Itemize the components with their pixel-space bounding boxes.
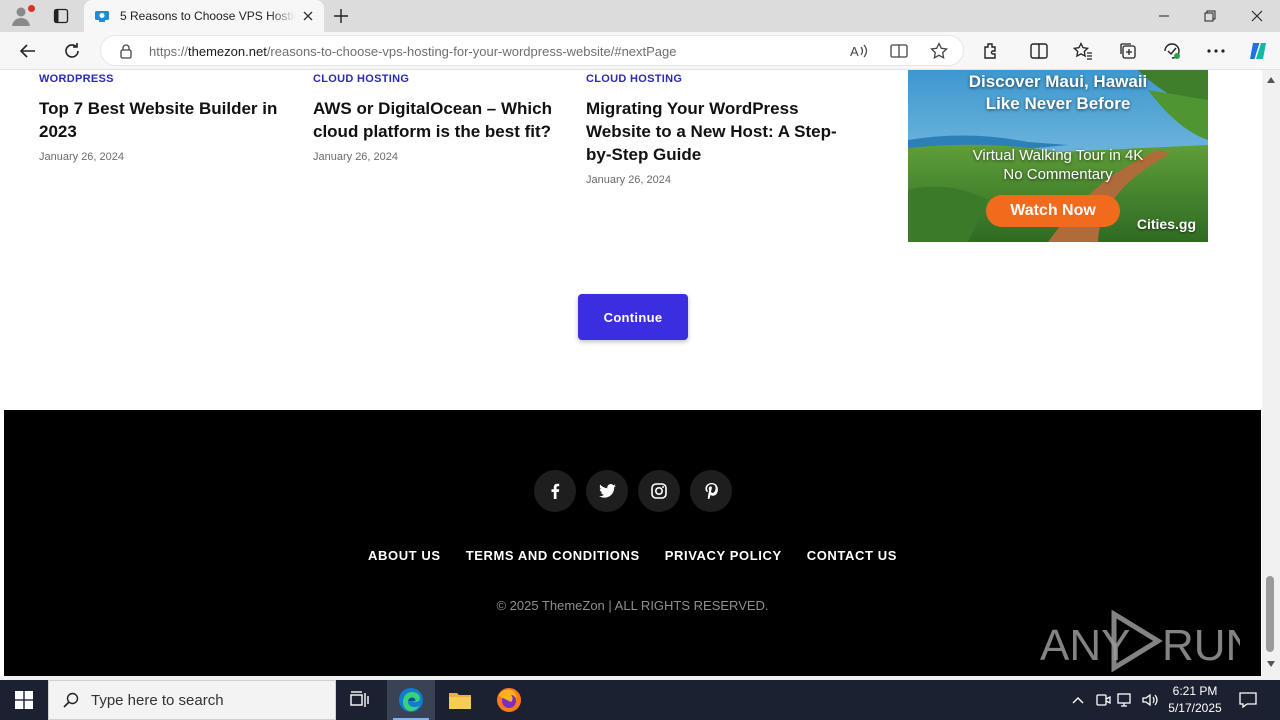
post-category[interactable]: CLOUD HOSTING (313, 73, 563, 85)
file-explorer-icon[interactable] (436, 680, 484, 720)
post-category[interactable]: WORDPRESS (39, 73, 289, 85)
web-page: WORDPRESS Top 7 Best Website Builder in … (0, 70, 1262, 676)
post-date: January 26, 2024 (39, 151, 125, 163)
footer-link-contact[interactable]: CONTACT US (807, 548, 897, 563)
post-title[interactable]: AWS or DigitalOcean – Which cloud platfo… (313, 97, 563, 143)
post-title[interactable]: Top 7 Best Website Builder in 2023 (39, 97, 289, 143)
tray-overflow-chevron-icon[interactable] (1068, 690, 1088, 710)
site-footer: ABOUT US TERMS AND CONDITIONS PRIVACY PO… (4, 410, 1261, 676)
split-screen-icon[interactable] (1027, 39, 1051, 63)
url-prefix: https:// (149, 44, 189, 59)
search-icon (63, 692, 79, 708)
search-placeholder: Type here to search (91, 691, 224, 709)
instagram-icon[interactable] (638, 470, 680, 512)
post-card[interactable]: CLOUD HOSTING Migrating Your WordPress W… (586, 70, 848, 186)
refresh-icon[interactable] (60, 39, 84, 63)
footer-nav: ABOUT US TERMS AND CONDITIONS PRIVACY PO… (4, 548, 1261, 563)
post-date: January 26, 2024 (586, 174, 672, 186)
ad-subline-2: No Commentary (1003, 166, 1113, 183)
immersive-reader-icon[interactable] (887, 39, 911, 63)
browser-toolbar: https://themezon.net/reasons-to-choose-v… (0, 32, 1280, 70)
clock-time: 6:21 PM (1172, 684, 1218, 698)
ad-subline-1: Virtual Walking Tour in 4K (972, 147, 1144, 164)
twitter-icon[interactable] (586, 470, 628, 512)
restore-icon[interactable] (1187, 0, 1233, 32)
browser-tab-active[interactable]: 5 Reasons to Choose VPS Hosting for Your… (84, 0, 324, 32)
minimize-icon[interactable] (1141, 0, 1187, 32)
network-icon[interactable] (1116, 690, 1136, 710)
svg-text:ANY: ANY (1040, 621, 1130, 670)
task-view-icon[interactable] (336, 680, 384, 720)
close-tab-icon[interactable] (300, 8, 316, 24)
url-text[interactable]: https://themezon.net/reasons-to-choose-v… (149, 44, 677, 59)
site-favicon-icon (95, 11, 109, 22)
system-clock[interactable]: 6:21 PM 5/17/2025 (1160, 683, 1230, 717)
title-bar: 5 Reasons to Choose VPS Hosting for Your… (0, 0, 1280, 32)
extensions-icon[interactable] (979, 39, 1003, 63)
ad-watch-now-button[interactable]: Watch Now (986, 195, 1120, 227)
more-options-icon[interactable] (1204, 39, 1228, 63)
post-date: January 26, 2024 (313, 151, 399, 163)
continue-button[interactable]: Continue (578, 294, 688, 340)
url-path: /reasons-to-choose-vps-hosting-for-your-… (266, 44, 677, 59)
new-tab-icon[interactable] (330, 5, 352, 27)
ad-headline-2: Like Never Before (985, 94, 1131, 113)
scroll-up-arrow-icon[interactable] (1262, 72, 1280, 88)
read-aloud-icon[interactable]: A (847, 39, 871, 63)
volume-icon[interactable] (1140, 690, 1160, 710)
scrollbar-thumb[interactable] (1266, 576, 1274, 652)
meet-now-icon[interactable] (1093, 690, 1113, 710)
notifications-icon[interactable] (1238, 690, 1258, 710)
copilot-icon[interactable] (1246, 39, 1270, 63)
scroll-down-arrow-icon[interactable] (1262, 656, 1280, 672)
post-card[interactable]: CLOUD HOSTING AWS or DigitalOcean – Whic… (313, 70, 563, 163)
firefox-icon[interactable] (485, 680, 533, 720)
ad-headline-1: Discover Maui, Hawaii (968, 72, 1148, 91)
windows-taskbar: Type here to search 6:21 PM 5/17/2025 (0, 680, 1280, 720)
favorite-star-icon[interactable] (927, 39, 951, 63)
facebook-icon[interactable] (534, 470, 576, 512)
post-card[interactable]: WORDPRESS Top 7 Best Website Builder in … (39, 70, 289, 163)
lock-icon[interactable] (117, 42, 135, 60)
post-title[interactable]: Migrating Your WordPress Website to a Ne… (586, 97, 848, 166)
advertisement-banner[interactable]: Discover Maui, Hawaii Like Never Before … (908, 70, 1208, 242)
profile-alert-dot (28, 5, 35, 12)
pinterest-icon[interactable] (690, 470, 732, 512)
post-category[interactable]: CLOUD HOSTING (586, 73, 848, 85)
url-host: themezon.net (188, 44, 267, 59)
favorites-icon[interactable] (1071, 39, 1095, 63)
back-arrow-icon[interactable] (16, 39, 40, 63)
windows-start-icon[interactable] (0, 680, 48, 720)
anyrun-watermark-logo: ANY RUN (1040, 610, 1240, 672)
svg-text:RUN: RUN (1162, 621, 1240, 670)
address-bar[interactable]: https://themezon.net/reasons-to-choose-v… (100, 35, 964, 66)
browser-essentials-icon[interactable] (1160, 39, 1184, 63)
collections-icon[interactable] (1116, 39, 1140, 63)
close-window-icon[interactable] (1234, 0, 1280, 32)
footer-link-privacy[interactable]: PRIVACY POLICY (665, 548, 782, 563)
svg-text:A: A (850, 44, 859, 59)
tab-actions-icon[interactable] (50, 6, 72, 26)
footer-link-about[interactable]: ABOUT US (368, 548, 441, 563)
tab-title: 5 Reasons to Choose VPS Hosting for Your… (120, 9, 296, 23)
footer-link-terms[interactable]: TERMS AND CONDITIONS (466, 548, 640, 563)
ad-brand-logo: Cities.gg (1136, 216, 1196, 232)
edge-taskbar-icon[interactable] (387, 680, 435, 720)
clock-date: 5/17/2025 (1168, 701, 1222, 715)
taskbar-search-box[interactable]: Type here to search (48, 680, 336, 720)
